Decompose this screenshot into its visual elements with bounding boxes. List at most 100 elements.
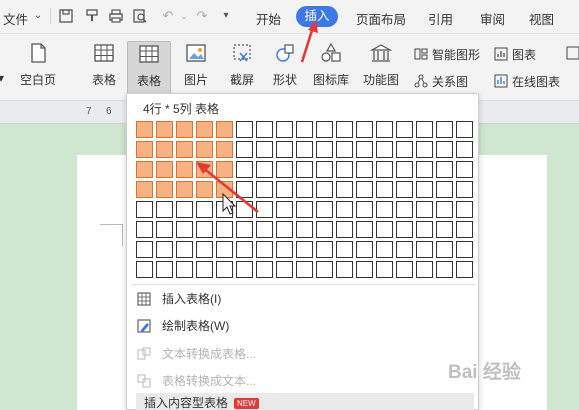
grid-cell[interactable] [176,221,193,238]
text-to-table-item[interactable]: 文本转换成表格... [136,342,474,366]
grid-cell[interactable] [356,221,373,238]
table-to-text-item[interactable]: 表格转换成文本... [136,369,474,393]
grid-cell[interactable] [236,261,253,278]
grid-cell[interactable] [376,201,393,218]
insert-table-item[interactable]: 插入表格(I) [136,287,474,311]
grid-cell[interactable] [436,201,453,218]
insert-content-table-item[interactable]: 插入内容型表格 NEW [136,393,474,410]
grid-cell[interactable] [296,241,313,258]
grid-cell[interactable] [396,261,413,278]
grid-cell[interactable] [396,201,413,218]
chevron-down-icon[interactable]: ⌄ [176,8,192,24]
grid-cell[interactable] [316,241,333,258]
grid-cell[interactable] [156,241,173,258]
grid-cell[interactable] [336,261,353,278]
grid-cell[interactable] [296,221,313,238]
grid-cell[interactable] [416,201,433,218]
grid-cell[interactable] [136,261,153,278]
grid-cell[interactable] [236,201,253,218]
grid-cell[interactable] [256,241,273,258]
grid-cell[interactable] [396,221,413,238]
grid-cell[interactable] [376,241,393,258]
grid-cell[interactable] [376,141,393,158]
grid-cell[interactable] [456,201,473,218]
grid-cell[interactable] [316,181,333,198]
grid-cell[interactable] [296,141,313,158]
grid-cell[interactable] [436,221,453,238]
grid-cell[interactable] [356,121,373,138]
tab-insert[interactable]: 插入 [296,6,338,27]
grid-cell[interactable] [236,121,253,138]
grid-cell[interactable] [176,201,193,218]
grid-cell[interactable] [216,141,233,158]
function-chart-button[interactable]: 功能图 [356,42,406,88]
grid-cell[interactable] [196,201,213,218]
draw-table-item[interactable]: 绘制表格(W) [136,314,474,338]
grid-cell[interactable] [256,201,273,218]
grid-cell[interactable] [296,181,313,198]
screenshot-button[interactable]: 截屏 [220,42,264,88]
grid-cell[interactable] [436,181,453,198]
grid-cell[interactable] [456,241,473,258]
relation-chart-button[interactable]: 关系图 [414,73,468,90]
smart-graphic-button[interactable]: 智能图形 [414,46,480,63]
grid-cell[interactable] [136,161,153,178]
grid-cell[interactable] [396,241,413,258]
save-icon[interactable] [58,8,74,24]
online-chart-button[interactable]: 在线图表 [494,73,560,90]
grid-cell[interactable] [376,161,393,178]
tab-references[interactable]: 引用 [428,9,453,28]
grid-cell[interactable] [436,121,453,138]
grid-cell[interactable] [416,121,433,138]
undo-icon[interactable]: ↶ [160,8,176,24]
grid-cell[interactable] [196,261,213,278]
grid-cell[interactable] [436,161,453,178]
grid-cell[interactable] [156,161,173,178]
grid-cell[interactable] [316,141,333,158]
grid-cell[interactable] [356,161,373,178]
grid-cell[interactable] [376,261,393,278]
grid-cell[interactable] [156,201,173,218]
grid-cell[interactable] [136,201,153,218]
grid-cell[interactable] [216,161,233,178]
grid-cell[interactable] [336,201,353,218]
grid-cell[interactable] [236,221,253,238]
table-button[interactable]: 表格 [84,42,124,88]
grid-cell[interactable] [396,141,413,158]
chart-button[interactable]: 图表 [494,46,536,63]
grid-cell[interactable] [416,161,433,178]
customize-toolbar-icon[interactable]: ▾ [218,8,234,24]
blank-page-button[interactable]: 空白页 [16,42,60,88]
grid-cell[interactable] [316,221,333,238]
grid-cell[interactable] [456,141,473,158]
grid-cell[interactable] [236,181,253,198]
grid-cell[interactable] [136,121,153,138]
grid-cell[interactable] [316,121,333,138]
format-painter-icon[interactable] [84,8,100,24]
grid-cell[interactable] [456,261,473,278]
grid-cell[interactable] [316,201,333,218]
file-menu[interactable]: 文件 [3,9,28,28]
grid-cell[interactable] [416,221,433,238]
grid-cell[interactable] [296,161,313,178]
grid-cell[interactable] [216,201,233,218]
grid-cell[interactable] [196,221,213,238]
grid-cell[interactable] [316,261,333,278]
tab-review[interactable]: 审阅 [480,9,505,28]
grid-cell[interactable] [276,261,293,278]
grid-cell[interactable] [456,121,473,138]
grid-cell[interactable] [436,241,453,258]
grid-cell[interactable] [356,181,373,198]
grid-cell[interactable] [176,121,193,138]
redo-icon[interactable]: ↷ [194,8,210,24]
grid-cell[interactable] [156,261,173,278]
grid-cell[interactable] [416,181,433,198]
grid-cell[interactable] [356,201,373,218]
grid-cell[interactable] [236,241,253,258]
grid-cell[interactable] [256,261,273,278]
grid-cell[interactable] [336,121,353,138]
grid-cell[interactable] [136,181,153,198]
grid-cell[interactable] [336,161,353,178]
grid-cell[interactable] [196,141,213,158]
grid-cell[interactable] [396,161,413,178]
